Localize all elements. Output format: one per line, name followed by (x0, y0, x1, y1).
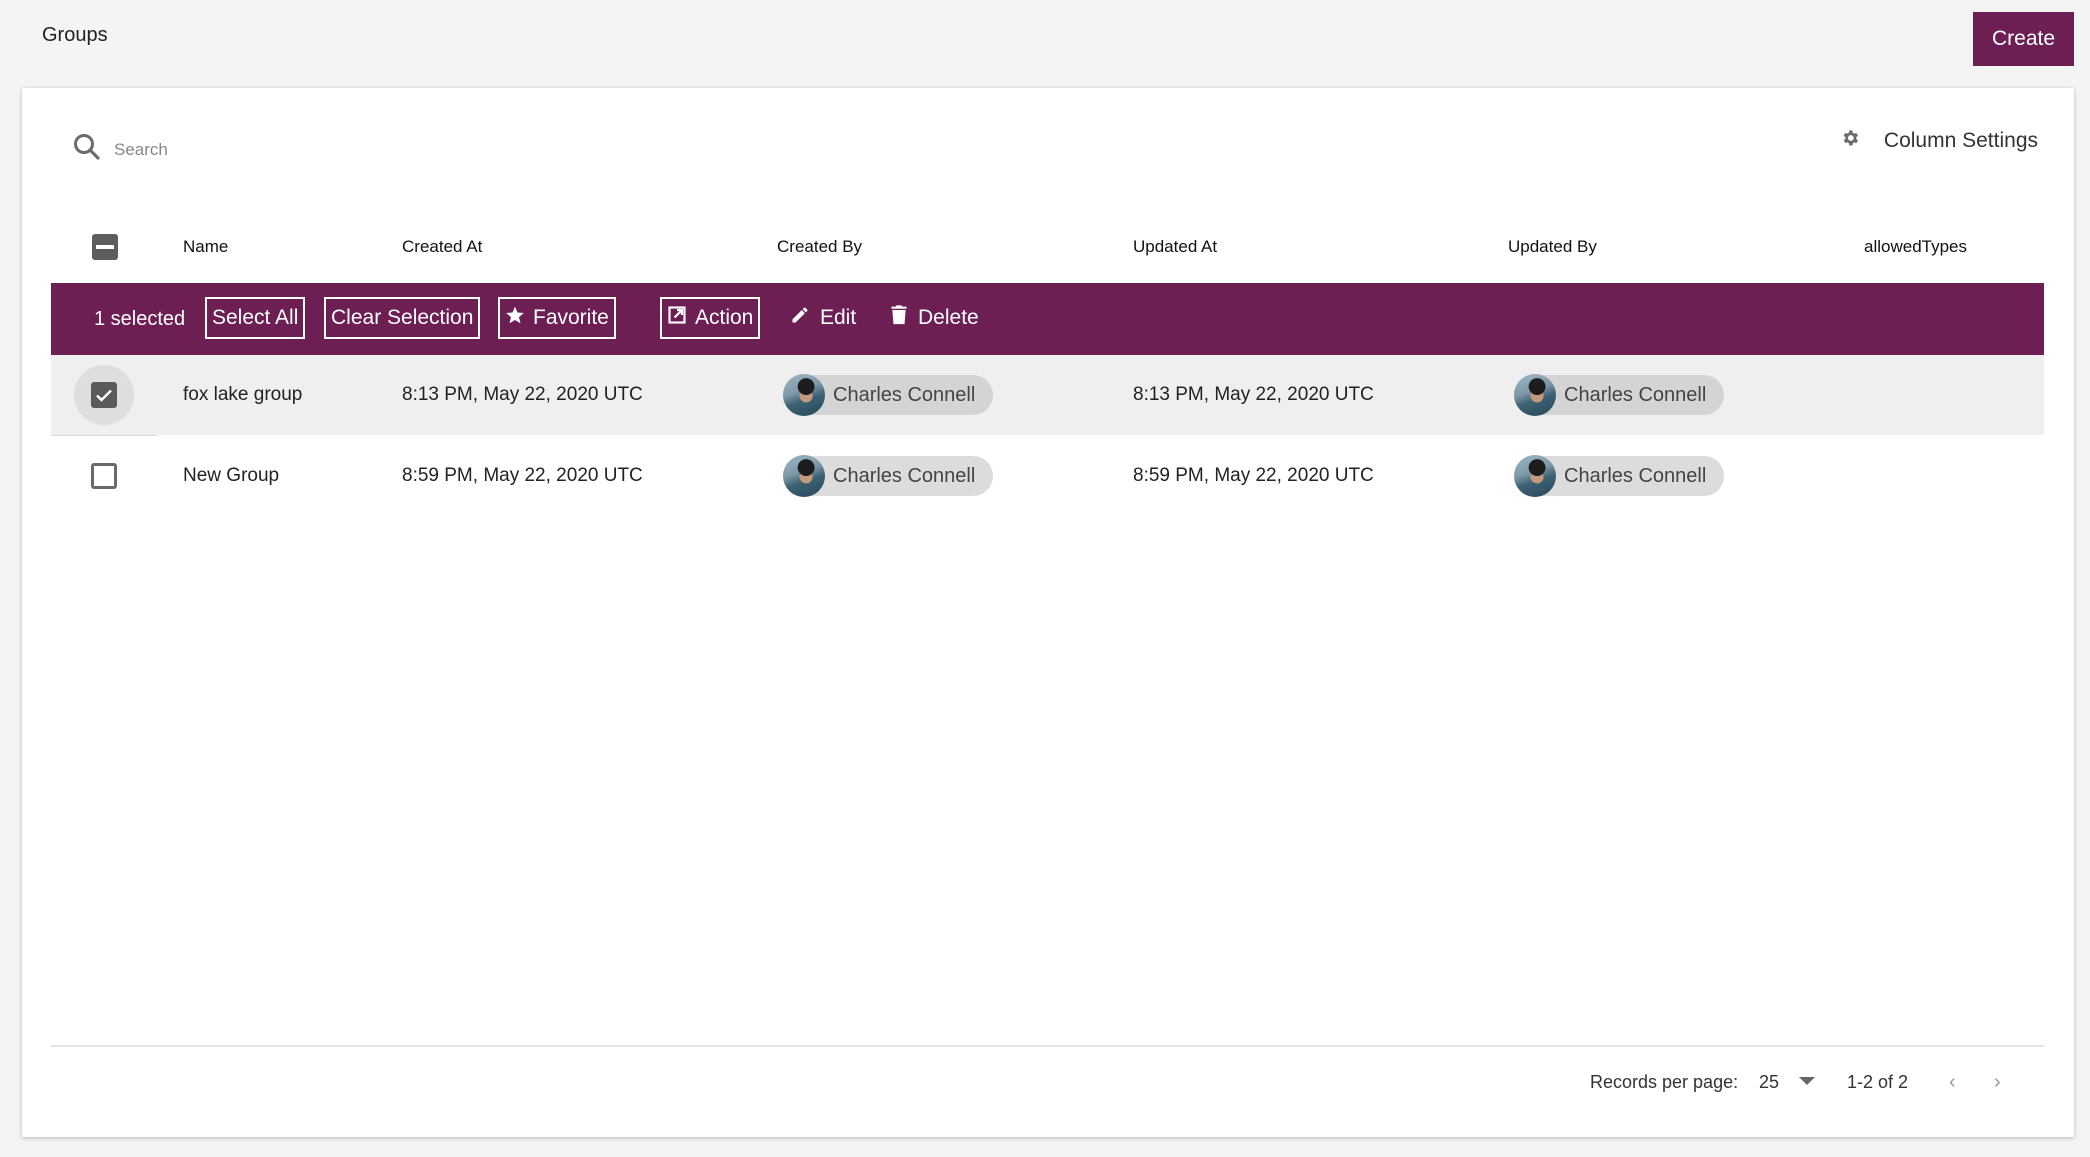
column-header-updated-by[interactable]: Updated By (1508, 237, 1597, 257)
table-header: Name Created At Created By Updated At Up… (51, 212, 2044, 282)
user-chip[interactable]: Charles Connell (783, 374, 994, 416)
action-button[interactable]: Action (660, 297, 761, 339)
pencil-icon (790, 305, 810, 331)
column-header-allowed-types[interactable]: allowedTypes (1864, 237, 1967, 257)
star-icon (505, 305, 525, 331)
selected-count: 1 selected (94, 307, 186, 330)
row-checkbox[interactable] (91, 463, 117, 489)
user-chip[interactable]: Charles Connell (1514, 374, 1725, 416)
clear-selection-button[interactable]: Clear Selection (324, 297, 481, 339)
page-title: Groups (42, 24, 108, 46)
trash-icon (890, 305, 908, 331)
select-all-checkbox[interactable] (92, 234, 118, 260)
column-header-name[interactable]: Name (183, 237, 228, 257)
cell-created-by: Charles Connell (783, 355, 994, 435)
select-all-label: Select All (212, 306, 299, 329)
favorite-button[interactable]: Favorite (498, 297, 616, 339)
cell-updated-by: Charles Connell (1514, 436, 1725, 516)
avatar (1514, 455, 1556, 497)
cell-updated-by: Charles Connell (1514, 355, 1725, 435)
delete-button[interactable]: Delete (890, 297, 979, 339)
footer-divider (51, 1045, 2044, 1047)
caret-down-icon[interactable] (1799, 1077, 1815, 1085)
search-input[interactable] (114, 139, 514, 160)
bulk-action-bar: 1 selected Select All Clear Selection Fa… (51, 283, 2044, 355)
avatar (783, 374, 825, 416)
create-button[interactable]: Create (1973, 12, 2074, 66)
column-header-created-at[interactable]: Created At (402, 237, 482, 257)
cell-name[interactable]: New Group (183, 436, 279, 516)
clear-selection-label: Clear Selection (331, 306, 474, 329)
external-link-icon (667, 305, 687, 331)
table-row[interactable]: New Group 8:59 PM, May 22, 2020 UTC Char… (51, 436, 2044, 516)
avatar (783, 455, 825, 497)
cell-updated-at: 8:59 PM, May 22, 2020 UTC (1133, 465, 1374, 486)
user-name: Charles Connell (833, 383, 976, 406)
row-checkbox[interactable] (91, 382, 117, 408)
groups-table-card: Column Settings Name Created At Created … (22, 88, 2074, 1137)
search-bar (72, 132, 514, 167)
records-per-page-label: Records per page: (1590, 1071, 1739, 1092)
search-icon (72, 132, 102, 167)
pagination: Records per page: 25 1-2 of 2 ‹ › (22, 1070, 2074, 1094)
cell-created-by: Charles Connell (783, 436, 994, 516)
user-name: Charles Connell (1564, 464, 1707, 487)
user-chip[interactable]: Charles Connell (783, 455, 994, 497)
checkmark-icon (96, 389, 112, 402)
table-row[interactable]: fox lake group 8:13 PM, May 22, 2020 UTC… (51, 355, 2044, 435)
chevron-left-icon[interactable]: ‹ (1949, 1071, 1956, 1094)
column-header-updated-at[interactable]: Updated At (1133, 237, 1217, 257)
column-settings-button[interactable]: Column Settings (1840, 128, 2038, 154)
favorite-label: Favorite (533, 306, 609, 329)
cell-updated-at: 8:13 PM, May 22, 2020 UTC (1133, 384, 1374, 405)
select-all-button[interactable]: Select All (205, 297, 306, 339)
cell-created-at: 8:59 PM, May 22, 2020 UTC (402, 465, 643, 486)
edit-label: Edit (820, 306, 857, 329)
cell-name[interactable]: fox lake group (183, 355, 302, 435)
avatar (1514, 374, 1556, 416)
column-settings-label: Column Settings (1883, 129, 2038, 152)
column-header-created-by[interactable]: Created By (777, 237, 862, 257)
user-chip[interactable]: Charles Connell (1514, 455, 1725, 497)
delete-label: Delete (918, 306, 979, 329)
chevron-right-icon[interactable]: › (1994, 1071, 2001, 1094)
records-per-page-select[interactable]: 25 (1759, 1072, 1779, 1093)
user-name: Charles Connell (1564, 383, 1707, 406)
cell-created-at: 8:13 PM, May 22, 2020 UTC (402, 384, 643, 405)
gear-icon (1840, 128, 1860, 154)
action-label: Action (695, 306, 754, 329)
page-range: 1-2 of 2 (1847, 1071, 1909, 1092)
edit-button[interactable]: Edit (790, 297, 856, 339)
user-name: Charles Connell (833, 464, 976, 487)
